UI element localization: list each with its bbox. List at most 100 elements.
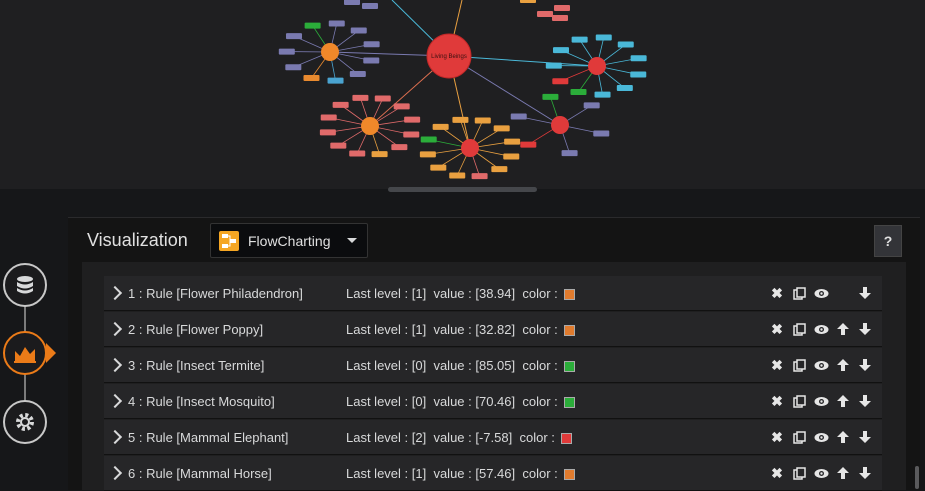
leaf-node: [511, 113, 527, 119]
leaf-node: [542, 94, 558, 100]
arrow-down-icon: [858, 430, 872, 444]
leaf-node: [372, 151, 388, 157]
arrow-down-icon: [858, 466, 872, 480]
move-down-button[interactable]: [854, 390, 876, 412]
move-down-button[interactable]: [854, 318, 876, 340]
leaf-node: [320, 129, 336, 135]
toggle-visibility-button[interactable]: [810, 426, 832, 448]
leaf-node: [472, 173, 488, 179]
leaf-node: [570, 89, 586, 95]
general-settings-tab[interactable]: [3, 400, 47, 444]
rule-level: Last level : [1]: [346, 466, 426, 481]
queries-tab[interactable]: [3, 263, 47, 307]
toggle-visibility-button[interactable]: [810, 354, 832, 376]
remove-rule-button[interactable]: ✖: [766, 318, 788, 340]
remove-rule-button[interactable]: ✖: [766, 426, 788, 448]
move-up-button[interactable]: [832, 462, 854, 484]
rule-actions: ✖: [766, 420, 876, 454]
move-down-button[interactable]: [854, 282, 876, 304]
rule-row[interactable]: 6 : Rule [Mammal Horse]Last level : [1] …: [104, 456, 882, 491]
arrow-down-icon: [858, 394, 872, 408]
leaf-node: [420, 151, 436, 157]
move-up-button[interactable]: [832, 354, 854, 376]
color-swatch: [564, 289, 575, 300]
visualization-tab[interactable]: [3, 331, 47, 375]
move-down-button[interactable]: [854, 354, 876, 376]
move-down-button[interactable]: [854, 426, 876, 448]
rule-level: Last level : [1]: [346, 322, 426, 337]
chevron-right-icon[interactable]: [108, 322, 122, 336]
move-up-button[interactable]: [832, 318, 854, 340]
rule-row[interactable]: 4 : Rule [Insect Mosquito]Last level : […: [104, 384, 882, 419]
leaf-node: [330, 143, 346, 149]
duplicate-rule-button[interactable]: [788, 282, 810, 304]
arrow-up-icon: [836, 394, 850, 408]
copy-icon: [793, 395, 806, 408]
scrollbar[interactable]: [915, 466, 919, 489]
rule-level: Last level : [0]: [346, 394, 426, 409]
rule-row[interactable]: 2 : Rule [Flower Poppy]Last level : [1] …: [104, 312, 882, 347]
toggle-visibility-button[interactable]: [810, 462, 832, 484]
leaf-node: [553, 47, 569, 53]
leaf-node: [572, 37, 588, 43]
copy-icon: [793, 431, 806, 444]
duplicate-rule-button[interactable]: [788, 426, 810, 448]
rule-actions: ✖: [766, 348, 876, 382]
leaf-node: [475, 117, 491, 123]
rule-level: Last level : [2]: [346, 430, 426, 445]
move-up-button[interactable]: [832, 390, 854, 412]
copy-icon: [793, 287, 806, 300]
rule-color-label: color :: [522, 358, 557, 373]
remove-rule-button[interactable]: ✖: [766, 354, 788, 376]
leaf-node: [404, 117, 420, 123]
leaf-node: [362, 3, 378, 9]
rule-color-label: color :: [519, 430, 554, 445]
toggle-visibility-button[interactable]: [810, 318, 832, 340]
chevron-right-icon[interactable]: [108, 394, 122, 408]
leaf-node: [520, 0, 536, 3]
duplicate-rule-button[interactable]: [788, 390, 810, 412]
leaf-node: [363, 58, 379, 64]
chevron-right-icon[interactable]: [108, 358, 122, 372]
toggle-visibility-button[interactable]: [810, 390, 832, 412]
arrow-up-icon: [836, 358, 850, 372]
visualization-editor: Visualization FlowCharting ? 1 : Rule [F…: [68, 217, 920, 490]
duplicate-rule-button[interactable]: [788, 462, 810, 484]
hub-node: [321, 43, 339, 61]
rule-info: Last level : [1] value : [38.94] color :: [346, 286, 575, 301]
leaf-node: [617, 85, 633, 91]
toggle-visibility-button[interactable]: [810, 282, 832, 304]
rule-value: value : [70.46]: [433, 394, 515, 409]
remove-rule-button[interactable]: ✖: [766, 462, 788, 484]
arrow-up-icon: [836, 430, 850, 444]
leaf-node: [321, 114, 337, 120]
remove-rule-button[interactable]: ✖: [766, 390, 788, 412]
duplicate-rule-button[interactable]: [788, 318, 810, 340]
rule-row[interactable]: 1 : Rule [Flower Philadendron]Last level…: [104, 276, 882, 311]
move-up-button[interactable]: [832, 426, 854, 448]
leaf-node: [350, 71, 366, 77]
chevron-right-icon[interactable]: [108, 430, 122, 444]
chevron-right-icon[interactable]: [108, 286, 122, 300]
remove-rule-button[interactable]: ✖: [766, 282, 788, 304]
move-down-button[interactable]: [854, 462, 876, 484]
leaf-node: [552, 15, 568, 21]
help-button[interactable]: ?: [874, 225, 902, 257]
eye-icon: [814, 432, 829, 443]
leaf-node: [552, 78, 568, 84]
eye-icon: [814, 468, 829, 479]
duplicate-rule-button[interactable]: [788, 354, 810, 376]
leaf-node: [333, 102, 349, 108]
flowchart-canvas[interactable]: Living Beings: [0, 0, 925, 189]
rule-row[interactable]: 3 : Rule [Insect Termite]Last level : [0…: [104, 348, 882, 383]
leaf-node: [631, 55, 647, 61]
hub-node: [461, 139, 479, 157]
visualization-picker[interactable]: FlowCharting: [210, 223, 368, 258]
resize-splitter[interactable]: [388, 187, 537, 192]
chevron-right-icon[interactable]: [108, 466, 122, 480]
leaf-node: [286, 33, 302, 39]
rule-value: value : [57.46]: [433, 466, 515, 481]
editor-tabs-rail: [0, 250, 60, 489]
rule-row[interactable]: 5 : Rule [Mammal Elephant]Last level : […: [104, 420, 882, 455]
rule-color-label: color :: [522, 466, 557, 481]
